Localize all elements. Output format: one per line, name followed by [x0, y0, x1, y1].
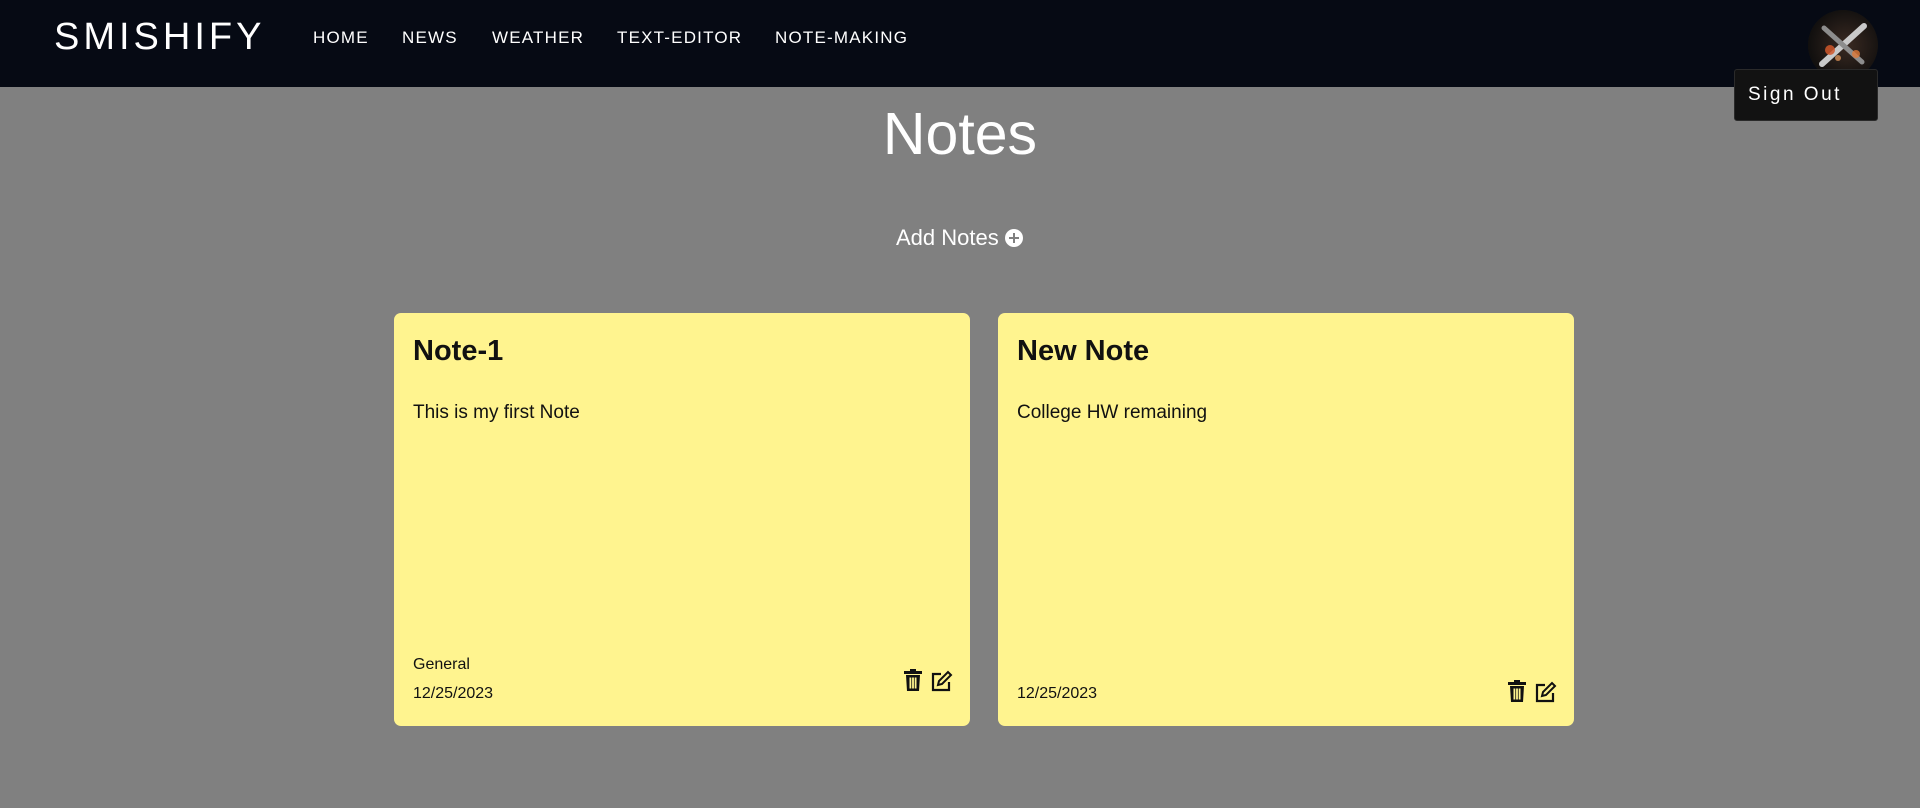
- note-date: 12/25/2023: [1017, 685, 1098, 702]
- navbar: SMISHIFY HOME NEWS WEATHER TEXT-EDITOR N…: [0, 0, 1920, 87]
- note-tag: General: [413, 656, 470, 673]
- edit-icon: [931, 670, 953, 692]
- add-notes-button[interactable]: Add Notes: [896, 225, 1023, 251]
- note-card: Note-1 This is my first Note General 12/…: [394, 313, 970, 726]
- note-body: College HW remaining: [1017, 402, 1208, 423]
- delete-button[interactable]: [901, 668, 925, 692]
- nav-note-making[interactable]: NOTE-MAKING: [775, 28, 908, 48]
- nav-news[interactable]: NEWS: [402, 28, 458, 48]
- delete-button[interactable]: [1505, 679, 1529, 703]
- note-card: New Note College HW remaining 12/25/2023: [998, 313, 1574, 726]
- nav-text-editor[interactable]: TEXT-EDITOR: [617, 28, 742, 48]
- plus-circle-icon: [1004, 229, 1023, 247]
- edit-button[interactable]: [1533, 680, 1557, 704]
- note-title: Note-1: [413, 335, 504, 367]
- trash-icon: [904, 669, 922, 691]
- nav-weather[interactable]: WEATHER: [492, 28, 584, 48]
- note-title: New Note: [1017, 335, 1150, 367]
- nav-home[interactable]: HOME: [313, 28, 369, 48]
- note-body: This is my first Note: [413, 402, 580, 423]
- add-notes-label: Add Notes: [896, 225, 999, 250]
- note-date: 12/25/2023: [413, 685, 494, 702]
- brand-logo[interactable]: SMISHIFY: [54, 16, 265, 59]
- edit-icon: [1535, 681, 1557, 703]
- edit-button[interactable]: [929, 669, 953, 693]
- trash-icon: [1508, 680, 1526, 702]
- page-title: Notes: [882, 101, 1038, 167]
